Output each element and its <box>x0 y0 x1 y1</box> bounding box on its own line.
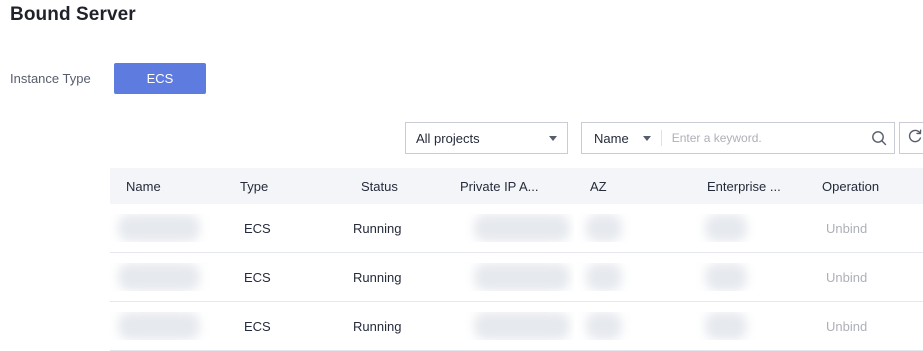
unbind-link[interactable]: Unbind <box>806 319 923 334</box>
column-header-name: Name <box>126 178 161 194</box>
status-cell: Running <box>353 220 402 236</box>
chevron-down-icon <box>549 135 557 141</box>
instance-type-label: Instance Type <box>10 71 91 86</box>
search-input[interactable] <box>661 124 864 152</box>
table-row: ECS Running Unbind <box>110 253 923 302</box>
status-cell: Running <box>353 318 402 334</box>
type-cell: ECS <box>244 269 271 285</box>
type-cell: ECS <box>244 318 271 334</box>
enterprise-project-cell <box>691 263 806 291</box>
server-name-cell <box>110 214 224 242</box>
redacted-az <box>586 312 622 340</box>
refresh-icon <box>907 128 923 149</box>
redacted-name <box>118 263 200 291</box>
page-title: Bound Server <box>10 4 136 25</box>
private-ip-cell <box>454 214 574 242</box>
unbind-link[interactable]: Unbind <box>806 270 923 285</box>
az-cell <box>574 312 691 340</box>
server-name-cell <box>110 312 224 340</box>
redacted-az <box>586 214 622 242</box>
enterprise-project-cell <box>691 312 806 340</box>
az-cell <box>574 214 691 242</box>
project-select-value: All projects <box>416 130 480 146</box>
column-header-enterprise-project: Enterprise ... <box>707 178 781 194</box>
private-ip-cell <box>454 312 574 340</box>
private-ip-cell <box>454 263 574 291</box>
column-header-private-ip: Private IP A... <box>460 178 539 194</box>
search-box: Name <box>581 122 895 154</box>
type-cell: ECS <box>244 220 271 236</box>
enterprise-project-cell <box>691 214 806 242</box>
redacted-ip <box>474 214 570 242</box>
redacted-az <box>586 263 622 291</box>
table-row: ECS Running Unbind <box>110 204 923 253</box>
column-header-az: AZ <box>590 178 607 194</box>
server-name-cell <box>110 263 224 291</box>
redacted-name <box>118 312 200 340</box>
redacted-enterprise-project <box>705 312 747 340</box>
unbind-link[interactable]: Unbind <box>806 221 923 236</box>
bound-server-table: Name Type Status Private IP A... AZ Ente… <box>110 168 923 351</box>
search-field-select[interactable]: Name <box>582 123 661 153</box>
chevron-down-icon <box>642 135 651 141</box>
search-field-value: Name <box>594 130 629 146</box>
redacted-ip <box>474 263 570 291</box>
search-icon[interactable] <box>864 130 894 146</box>
table-row: ECS Running Unbind <box>110 302 923 351</box>
project-select[interactable]: All projects <box>405 122 568 154</box>
column-header-type: Type <box>240 178 269 194</box>
status-cell: Running <box>353 269 402 285</box>
table-header: Name Type Status Private IP A... AZ Ente… <box>110 168 923 204</box>
instance-type-ecs-button[interactable]: ECS <box>114 63 206 94</box>
redacted-ip <box>474 312 570 340</box>
redacted-enterprise-project <box>705 263 747 291</box>
column-header-operation: Operation <box>822 178 880 194</box>
az-cell <box>574 263 691 291</box>
column-header-status: Status <box>361 178 398 194</box>
refresh-button[interactable] <box>899 122 923 154</box>
redacted-enterprise-project <box>705 214 747 242</box>
redacted-name <box>118 214 200 242</box>
